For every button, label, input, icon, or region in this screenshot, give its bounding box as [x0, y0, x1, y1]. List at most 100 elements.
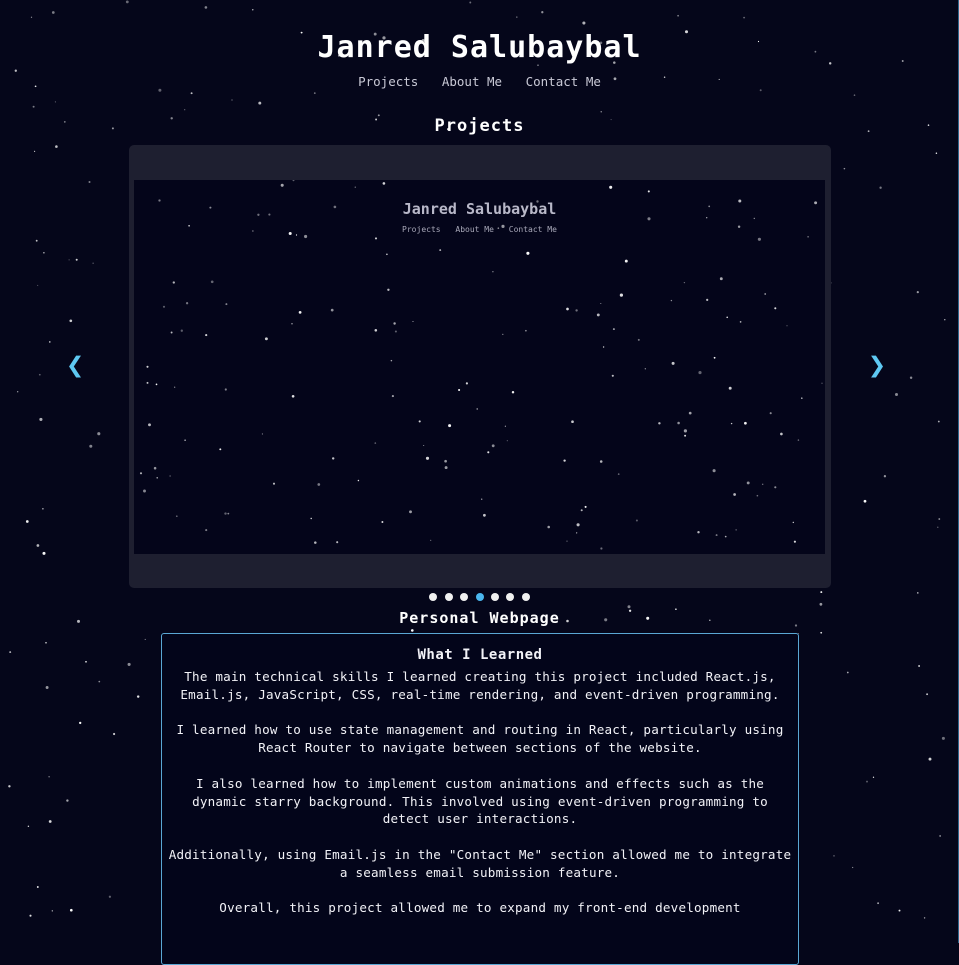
- star: [224, 388, 227, 391]
- star: [713, 356, 716, 359]
- star: [391, 395, 394, 398]
- star: [304, 234, 308, 239]
- star: [412, 320, 414, 323]
- star: [225, 303, 228, 306]
- star: [25, 520, 29, 523]
- star: [14, 69, 17, 72]
- star: [635, 519, 638, 522]
- star: [418, 420, 421, 423]
- star: [35, 239, 38, 242]
- star: [937, 420, 940, 423]
- star: [51, 910, 53, 912]
- star: [683, 281, 686, 284]
- star: [746, 481, 750, 485]
- star: [357, 479, 360, 482]
- preview-nav: Projects About Me Contact Me: [134, 225, 825, 234]
- star: [390, 359, 393, 362]
- star: [125, 0, 129, 4]
- star: [843, 167, 846, 170]
- star: [756, 494, 759, 497]
- star: [313, 92, 316, 94]
- star: [310, 517, 312, 520]
- nav-about-me[interactable]: About Me: [442, 74, 502, 89]
- star: [143, 489, 146, 493]
- star: [600, 547, 603, 550]
- star: [469, 1, 472, 4]
- star: [786, 325, 788, 327]
- star: [252, 9, 254, 11]
- chevron-right-icon[interactable]: ❯: [868, 348, 886, 383]
- star: [801, 397, 803, 399]
- star: [612, 328, 615, 331]
- star: [180, 329, 183, 332]
- star: [156, 477, 158, 479]
- star: [29, 914, 32, 917]
- carousel-dot[interactable]: [521, 593, 530, 601]
- star: [158, 88, 162, 92]
- star: [792, 521, 794, 524]
- star: [30, 16, 33, 18]
- star: [75, 258, 78, 261]
- star: [688, 411, 692, 415]
- star: [43, 251, 45, 254]
- star: [735, 529, 737, 531]
- star: [148, 423, 151, 427]
- nav-contact-me[interactable]: Contact Me: [526, 74, 601, 89]
- star: [923, 917, 926, 919]
- star: [27, 825, 30, 828]
- star: [724, 535, 727, 538]
- main-nav: Projects About Me Contact Me: [0, 74, 959, 89]
- star: [374, 442, 377, 444]
- star: [430, 539, 432, 542]
- star: [730, 422, 733, 425]
- carousel-dot[interactable]: [429, 593, 438, 601]
- star: [647, 190, 650, 193]
- star: [918, 665, 921, 667]
- star: [9, 651, 12, 654]
- star: [516, 16, 518, 18]
- carousel-dot[interactable]: [490, 593, 499, 601]
- star: [853, 94, 856, 96]
- star: [774, 486, 777, 489]
- preview-nav-about: About Me: [455, 225, 494, 234]
- star: [761, 483, 764, 486]
- star: [42, 507, 44, 510]
- star: [36, 544, 40, 547]
- star: [231, 99, 233, 101]
- star: [895, 393, 898, 396]
- star: [715, 534, 718, 537]
- star: [504, 425, 506, 427]
- carousel-dot[interactable]: [460, 593, 469, 601]
- star: [658, 422, 661, 425]
- star: [547, 525, 550, 529]
- star: [409, 510, 412, 514]
- carousel-dot[interactable]: [475, 593, 484, 601]
- star: [627, 605, 631, 609]
- star: [98, 680, 101, 683]
- star: [54, 101, 56, 103]
- star: [939, 835, 941, 837]
- star: [113, 732, 116, 736]
- chevron-left-icon[interactable]: ❮: [66, 348, 84, 383]
- star: [793, 540, 796, 543]
- carousel-indicators: [0, 593, 959, 601]
- star: [153, 466, 157, 470]
- card-heading: What I Learned: [417, 647, 543, 663]
- star: [698, 371, 702, 375]
- star: [45, 642, 47, 644]
- learned-paragraph: Additionally, using Email.js in the "Con…: [168, 846, 792, 880]
- star: [227, 512, 230, 515]
- star: [448, 424, 452, 428]
- star: [205, 334, 208, 337]
- star: [491, 444, 495, 448]
- nav-projects[interactable]: Projects: [358, 74, 418, 89]
- star: [780, 432, 783, 436]
- carousel-dot[interactable]: [506, 593, 515, 601]
- star: [526, 251, 530, 255]
- star: [292, 180, 295, 182]
- star: [79, 721, 82, 725]
- star: [937, 526, 939, 528]
- carousel-dot[interactable]: [444, 593, 453, 601]
- card-body: The main technical skills I learned crea…: [162, 663, 798, 917]
- star: [393, 322, 396, 325]
